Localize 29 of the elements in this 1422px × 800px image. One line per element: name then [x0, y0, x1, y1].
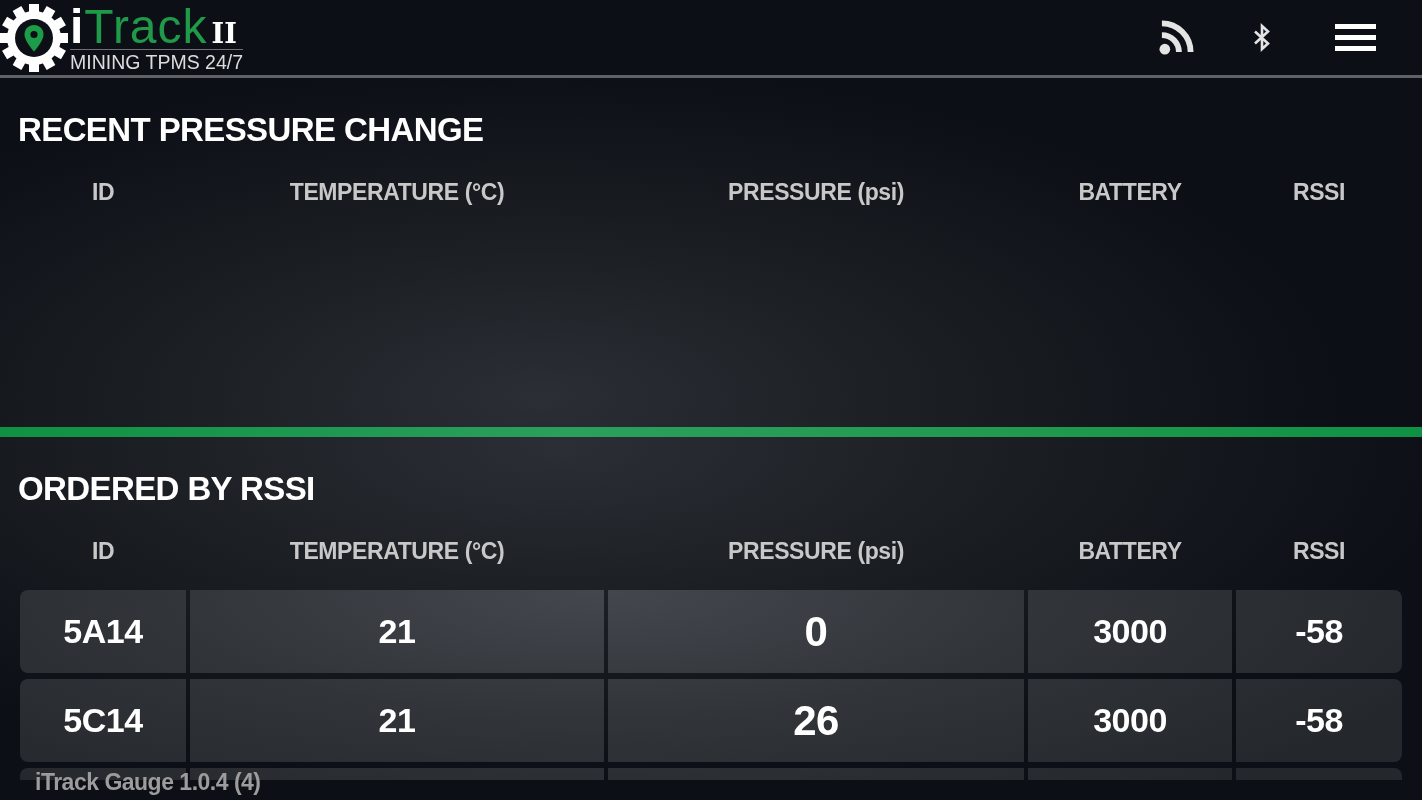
- table-cell: 0: [608, 590, 1024, 673]
- column-header: BATTERY: [1078, 178, 1182, 206]
- column-header: TEMPERATURE (°C): [289, 178, 505, 206]
- section-title: RECENT PRESSURE CHANGE: [18, 110, 484, 150]
- column-header: PRESSURE (psi): [728, 178, 904, 206]
- column-header: BATTERY: [1078, 537, 1182, 565]
- table-cell: 3000: [1028, 590, 1232, 673]
- column-header: ID: [91, 537, 115, 565]
- rss-icon[interactable]: [1159, 20, 1194, 55]
- table-cell: 21: [190, 590, 604, 673]
- table-cell: 3000: [1028, 679, 1232, 762]
- table-cell: 21: [190, 679, 604, 762]
- column-header: TEMPERATURE (°C): [289, 537, 505, 565]
- column-header: PRESSURE (psi): [728, 537, 904, 565]
- column-header: RSSI: [1292, 537, 1346, 565]
- table-cell: 5C14: [20, 679, 186, 762]
- column-header: RSSI: [1292, 178, 1346, 206]
- table-cell: 26: [608, 679, 1024, 762]
- column-header: ID: [91, 178, 115, 206]
- menu-icon[interactable]: [1335, 24, 1376, 51]
- table-cell: -58: [1236, 679, 1402, 762]
- logo-title: iTrack: [70, 4, 208, 49]
- section-title: ORDERED BY RSSI: [18, 469, 315, 509]
- table-cell: -58: [1236, 590, 1402, 673]
- bluetooth-icon[interactable]: [1252, 22, 1272, 53]
- logo-edition: II: [211, 18, 237, 49]
- logo-tagline: MINING TPMS 24/7: [70, 48, 243, 73]
- table-cell: 5A14: [20, 590, 186, 673]
- version-label: iTrack Gauge 1.0.4 (4): [35, 768, 261, 796]
